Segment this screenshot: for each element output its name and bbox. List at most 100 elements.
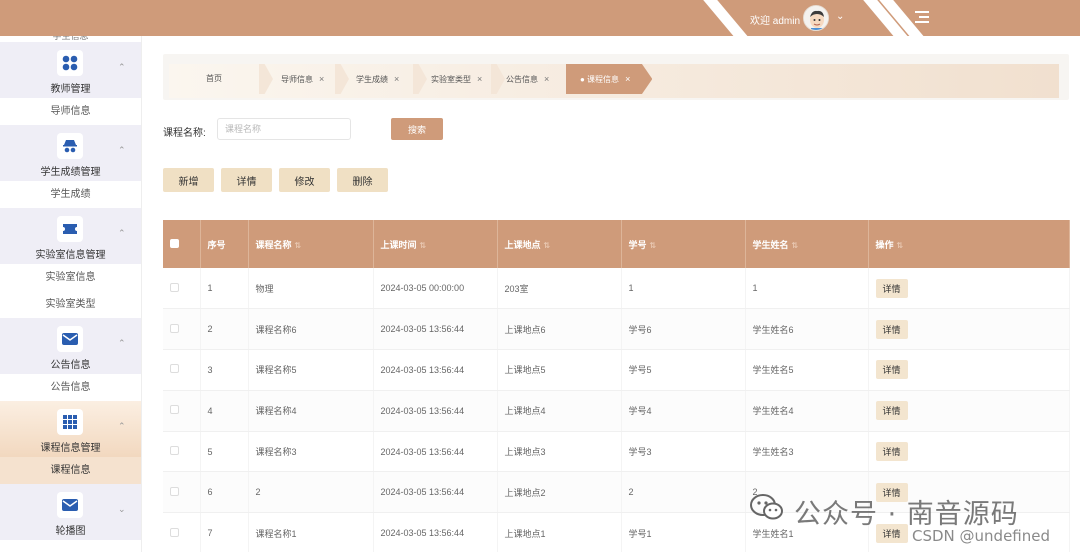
add-button[interactable]: 新增 xyxy=(163,168,214,192)
sidebar-item-grades[interactable]: 学生成绩 xyxy=(0,181,141,208)
tab-home[interactable]: 首页 xyxy=(206,64,222,94)
sidebar-group-carousel[interactable]: 轮播图 ⌄ xyxy=(0,484,141,540)
row-detail-button[interactable]: 详情 xyxy=(875,401,908,421)
table-cell: 1 xyxy=(745,268,869,310)
chevron-down-icon: ⌄ xyxy=(118,504,126,514)
sidebar-group-label: 公告信息 xyxy=(50,360,91,371)
grid-9-icon xyxy=(57,409,83,435)
delete-button[interactable]: 删除 xyxy=(337,168,388,192)
chevron-up-icon: ⌃ xyxy=(118,228,126,238)
tab-lab-type[interactable]: 实验室类型 × xyxy=(431,64,482,94)
tab-notice[interactable]: 公告信息 × xyxy=(506,64,549,94)
sidebar-item-tutor[interactable]: 导师信息 xyxy=(0,98,141,125)
edit-button[interactable]: 修改 xyxy=(279,168,330,192)
select-all-checkbox[interactable] xyxy=(170,238,179,248)
chevron-down-icon[interactable]: ⌄ xyxy=(836,11,844,22)
detail-button[interactable]: 详情 xyxy=(221,168,272,192)
sidebar-item-notice[interactable]: 公告信息 xyxy=(0,374,141,401)
table-row[interactable]: 1 物理 2024-03-05 00:00:00 203室 1 1 详情 xyxy=(163,268,1070,310)
row-checkbox[interactable] xyxy=(170,323,179,333)
close-icon[interactable]: × xyxy=(625,74,630,84)
breadcrumb-track: 首页 导师信息 × 学生成绩 × 实验室类型 × 公告信息 × ● 课程信息 × xyxy=(169,64,1059,98)
row-checkbox[interactable] xyxy=(170,405,179,415)
watermark-csdn: CSDN @undefined xyxy=(912,527,1051,545)
row-checkbox[interactable] xyxy=(170,446,179,456)
column-header[interactable]: 上课地点 ⇅ xyxy=(497,220,622,268)
spy-icon xyxy=(57,133,83,159)
table-cell: 学生姓名4 xyxy=(745,390,869,432)
close-icon[interactable]: × xyxy=(544,74,549,84)
column-header[interactable]: 学生姓名 ⇅ xyxy=(745,220,869,268)
sidebar-group-teacher[interactable]: 教师管理 ⌃ xyxy=(0,42,141,98)
sidebar-group-label: 实验室信息管理 xyxy=(35,250,106,261)
search-button[interactable]: 搜索 xyxy=(391,118,443,140)
sidebar: 学生信息 教师管理 ⌃ 导师信息 学生成绩管理 ⌃ 学生成绩 实验室信息管理 ⌃… xyxy=(0,36,142,552)
table-row[interactable]: 5 课程名称3 2024-03-05 13:56:44 上课地点3 学号3 学生姓名3 详情 xyxy=(163,431,1070,473)
column-header[interactable]: 学号 ⇅ xyxy=(621,220,746,268)
table-row[interactable]: 4 课程名称4 2024-03-05 13:56:44 上课地点4 学号4 学生姓名4 详情 xyxy=(163,390,1070,432)
table-cell: 课程名称1 xyxy=(248,512,374,552)
table-cell: 课程名称4 xyxy=(248,390,374,432)
sidebar-item-lab-type[interactable]: 实验室类型 xyxy=(0,291,141,318)
table-cell: 物理 xyxy=(248,268,374,310)
table-cell: 学号4 xyxy=(621,390,746,432)
tab-course[interactable]: ● 课程信息 × xyxy=(566,64,653,94)
sidebar-item-course[interactable]: 课程信息 xyxy=(0,457,141,484)
table-cell: 7 xyxy=(200,512,249,552)
table-cell: 上课地点6 xyxy=(497,308,622,351)
course-name-input[interactable] xyxy=(217,118,351,140)
sidebar-group-label: 轮播图 xyxy=(55,526,86,537)
table-header: 序号 课程名称 ⇅ 上课时间 ⇅ 上课地点 ⇅ 学号 ⇅ 学生姓名 ⇅ 操作 ⇅ xyxy=(163,220,1070,268)
table-cell: 4 xyxy=(200,390,249,432)
table-cell: 2024-03-05 13:56:44 xyxy=(373,512,498,552)
table-cell: 上课地点3 xyxy=(497,431,622,473)
row-detail-button[interactable]: 详情 xyxy=(875,442,908,462)
row-select-cell xyxy=(163,431,201,473)
welcome-text: 欢迎 admin xyxy=(750,16,801,27)
row-checkbox[interactable] xyxy=(170,364,179,374)
avatar[interactable] xyxy=(803,5,829,31)
table-row[interactable]: 3 课程名称5 2024-03-05 13:56:44 上课地点5 学号5 学生姓名5 详情 xyxy=(163,349,1070,391)
table-cell: 学生姓名5 xyxy=(745,349,869,391)
close-icon[interactable]: × xyxy=(319,74,324,84)
row-select-cell xyxy=(163,308,201,351)
sidebar-item-lab-info[interactable]: 实验室信息 xyxy=(0,264,141,291)
row-select-cell xyxy=(163,471,201,514)
table-cell: 2 xyxy=(621,471,746,514)
close-icon[interactable]: × xyxy=(394,74,399,84)
close-icon[interactable]: × xyxy=(477,74,482,84)
sidebar-group-lab[interactable]: 实验室信息管理 ⌃ xyxy=(0,208,141,264)
sidebar-group-course[interactable]: 课程信息管理 ⌃ xyxy=(0,401,141,457)
avatar-face-icon xyxy=(804,6,828,30)
row-detail-button[interactable]: 详情 xyxy=(875,319,908,339)
column-header[interactable]: 上课时间 ⇅ xyxy=(373,220,498,268)
row-actions-cell: 详情 xyxy=(868,268,1070,310)
column-header[interactable]: 课程名称 ⇅ xyxy=(248,220,374,268)
menu-toggle-icon[interactable] xyxy=(915,11,929,23)
row-select-cell xyxy=(163,512,201,552)
table-cell: 2024-03-05 13:56:44 xyxy=(373,390,498,432)
row-checkbox[interactable] xyxy=(170,282,179,292)
row-detail-button[interactable]: 详情 xyxy=(875,278,908,298)
tab-grades[interactable]: 学生成绩 × xyxy=(356,64,399,94)
table-cell: 2024-03-05 13:56:44 xyxy=(373,471,498,514)
table-cell: 学号3 xyxy=(621,431,746,473)
table-cell: 上课地点1 xyxy=(497,512,622,552)
sidebar-group-label: 教师管理 xyxy=(50,84,91,95)
tab-tutor[interactable]: 导师信息 × xyxy=(281,64,324,94)
sidebar-group-label: 课程信息管理 xyxy=(40,443,101,454)
grid-dots-icon xyxy=(57,50,83,76)
table-row[interactable]: 2 课程名称6 2024-03-05 13:56:44 上课地点6 学号6 学生姓名6 详情 xyxy=(163,308,1070,351)
sidebar-group-notice[interactable]: 公告信息 ⌃ xyxy=(0,318,141,374)
row-checkbox[interactable] xyxy=(170,486,179,496)
table-cell: 5 xyxy=(200,431,249,473)
row-checkbox[interactable] xyxy=(170,527,179,537)
select-all-header xyxy=(163,220,201,268)
row-detail-button[interactable]: 详情 xyxy=(875,360,908,380)
table-cell: 上课地点5 xyxy=(497,349,622,391)
column-header[interactable]: 序号 xyxy=(200,220,249,268)
row-select-cell xyxy=(163,390,201,432)
sidebar-group-grades[interactable]: 学生成绩管理 ⌃ xyxy=(0,125,141,181)
chevron-up-icon: ⌃ xyxy=(118,145,126,155)
table-cell: 上课地点2 xyxy=(497,471,622,514)
